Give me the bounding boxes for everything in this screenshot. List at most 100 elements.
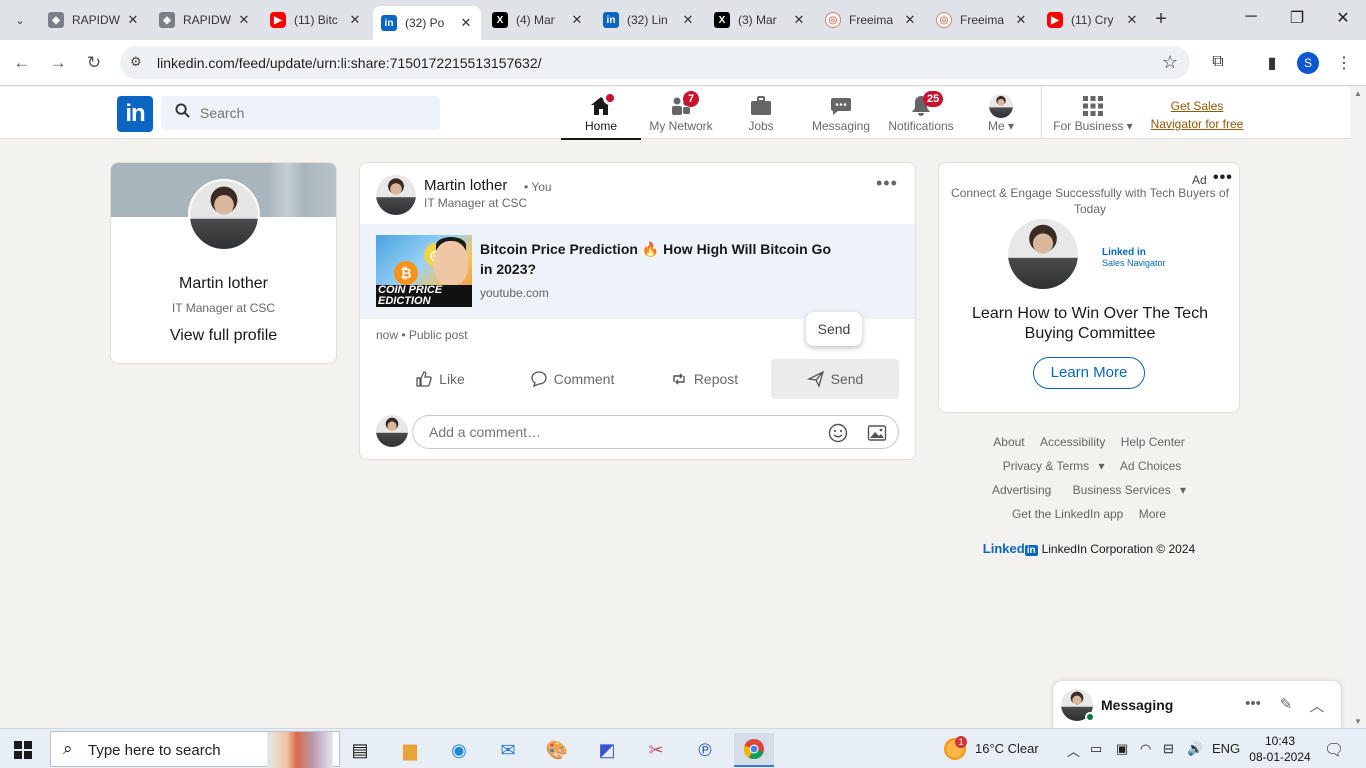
browser-tab-active[interactable]: in (32) Po ✕ (373, 6, 481, 40)
browser-tab[interactable]: in (32) Lin ✕ (595, 6, 703, 34)
messaging-overlay-bar[interactable]: Messaging ••• ✎ ︿ (1052, 680, 1342, 728)
volume-icon[interactable]: 🔊 (1187, 741, 1203, 757)
browser-tab[interactable]: ▶ (11) Bitc ✕ (262, 6, 370, 34)
like-button[interactable]: Like (376, 359, 504, 399)
forward-arrow-icon[interactable]: → (47, 52, 69, 74)
search-box[interactable] (161, 96, 440, 130)
compose-message-icon[interactable]: ✎ (1276, 695, 1296, 713)
image-upload-icon[interactable] (866, 422, 888, 444)
chrome-taskbar-icon[interactable] (734, 733, 774, 767)
device-icon[interactable]: ▣ (1116, 741, 1128, 757)
comment-box[interactable] (412, 415, 899, 449)
chrome-menu-icon[interactable]: ⋮ (1333, 53, 1355, 73)
file-explorer-icon[interactable]: ▆ (390, 733, 430, 767)
learn-more-button[interactable]: Learn More (1033, 357, 1145, 389)
footer-help-center[interactable]: Help Center (1121, 435, 1185, 449)
url-text[interactable]: linkedin.com/feed/update/urn:li:share:71… (157, 55, 542, 71)
language-indicator[interactable]: ENG (1212, 741, 1240, 756)
taskbar-search-box[interactable]: ⌕ Type here to search (50, 731, 340, 768)
profile-name[interactable]: Martin lother (111, 275, 336, 293)
system-clock[interactable]: 10:43 08-01-2024 (1248, 733, 1312, 765)
close-tab-icon[interactable]: ✕ (679, 12, 697, 28)
scroll-up-arrow-icon[interactable]: ▲ (1350, 89, 1366, 98)
app-icon-blue[interactable]: ◩ (587, 733, 627, 767)
close-tab-icon[interactable]: ✕ (124, 12, 142, 28)
paint-icon[interactable]: 🎨 (537, 733, 577, 767)
edge-browser-icon[interactable]: ◉ (439, 733, 479, 767)
tab-search-chevron-icon[interactable]: ⌄ (6, 6, 34, 34)
side-panel-icon[interactable]: ▮ (1261, 53, 1283, 73)
close-tab-icon[interactable]: ✕ (346, 12, 364, 28)
close-tab-icon[interactable]: ✕ (1123, 12, 1141, 28)
browser-tab[interactable]: X (3) Mar ✕ (706, 6, 814, 34)
page-scrollbar[interactable]: ▲ ▼ (1350, 87, 1366, 728)
footer-about[interactable]: About (993, 435, 1024, 449)
video-thumbnail[interactable]: ₿ ◎ COIN PRICEEDICTION (376, 235, 472, 307)
browser-tab[interactable]: ◎ Freeima ✕ (817, 6, 925, 34)
close-tab-icon[interactable]: ✕ (235, 12, 253, 28)
nav-me[interactable]: Me ▾ (961, 87, 1041, 139)
nav-home[interactable]: Home (561, 87, 641, 140)
profile-avatar[interactable] (188, 179, 260, 251)
footer-business-services[interactable]: Business Services ▾ (1067, 483, 1186, 497)
task-view-icon[interactable]: ▤ (340, 733, 380, 767)
restore-icon[interactable]: ❐ (1274, 8, 1320, 28)
notification-center-icon[interactable]: 🗨 (1324, 740, 1344, 760)
repost-button[interactable]: Repost (640, 359, 768, 399)
minimize-icon[interactable]: ─ (1228, 8, 1274, 26)
scroll-down-arrow-icon[interactable]: ▼ (1350, 717, 1366, 726)
search-input[interactable] (200, 96, 430, 130)
network-icon[interactable]: ⊟ (1163, 741, 1174, 757)
close-tab-icon[interactable]: ✕ (568, 12, 586, 28)
battery-icon[interactable]: ▭ (1090, 741, 1102, 757)
browser-profile-avatar[interactable]: S (1297, 52, 1319, 74)
close-window-icon[interactable]: ✕ (1320, 8, 1366, 28)
link-preview-title[interactable]: Bitcoin Price Prediction 🔥 How High Will… (480, 239, 840, 279)
new-tab-plus-icon[interactable]: + (1150, 9, 1172, 31)
messaging-title[interactable]: Messaging (1101, 697, 1173, 713)
chevron-up-icon[interactable]: ︿ (1307, 695, 1327, 716)
browser-tab[interactable]: ◈ RAPIDW ✕ (151, 6, 259, 34)
messaging-more-icon[interactable]: ••• (1243, 695, 1263, 712)
footer-privacy-terms[interactable]: Privacy & Terms ▾ (997, 459, 1105, 473)
back-arrow-icon[interactable]: ← (11, 52, 33, 74)
close-tab-icon[interactable]: ✕ (790, 12, 808, 28)
nav-notifications[interactable]: 25 Notifications (881, 87, 961, 139)
emoji-icon[interactable] (827, 422, 849, 444)
view-full-profile-link[interactable]: View full profile (111, 327, 336, 345)
site-settings-icon[interactable]: ⚙ (130, 54, 142, 70)
commenter-avatar[interactable] (376, 415, 408, 447)
nav-jobs[interactable]: Jobs (721, 87, 801, 139)
snipping-tool-icon[interactable]: ✂ (636, 733, 676, 767)
link-preview[interactable]: ₿ ◎ COIN PRICEEDICTION Bitcoin Price Pre… (360, 224, 915, 319)
extensions-puzzle-icon[interactable]: ⧉ (1207, 53, 1229, 71)
wifi-icon[interactable]: ◠ (1140, 741, 1151, 757)
bookmark-star-icon[interactable]: ☆ (1162, 52, 1178, 73)
post-author-avatar[interactable] (376, 175, 416, 215)
nav-my-network[interactable]: 7 My Network (641, 87, 721, 139)
show-hidden-icons-chevron-icon[interactable]: ︿ (1067, 741, 1080, 760)
reload-icon[interactable]: ↻ (83, 52, 105, 74)
close-tab-icon[interactable]: ✕ (901, 12, 919, 28)
nav-for-business[interactable]: For Business ▾ (1047, 87, 1139, 139)
app-icon-p[interactable]: ℗ (685, 733, 725, 767)
nav-messaging[interactable]: Messaging (801, 87, 881, 139)
comment-button[interactable]: Comment (508, 359, 636, 399)
address-bar[interactable]: ⚙ linkedin.com/feed/update/urn:li:share:… (120, 46, 1190, 79)
post-more-options-icon[interactable]: ••• (876, 173, 898, 194)
sales-navigator-link[interactable]: Get Sales Navigator for free (1147, 97, 1247, 133)
footer-ad-choices[interactable]: Ad Choices (1120, 459, 1181, 473)
close-tab-icon[interactable]: ✕ (1012, 12, 1030, 28)
footer-more[interactable]: More (1139, 507, 1166, 521)
mail-icon[interactable]: ✉ (488, 733, 528, 767)
post-author-name[interactable]: Martin lother (424, 177, 507, 194)
linkedin-logo[interactable]: in (117, 96, 153, 132)
browser-tab[interactable]: X (4) Mar ✕ (484, 6, 592, 34)
comment-input[interactable] (429, 416, 809, 448)
footer-get-app[interactable]: Get the LinkedIn app (1012, 507, 1123, 521)
windows-start-icon[interactable] (14, 741, 32, 759)
send-button[interactable]: Send (771, 359, 899, 399)
weather-text[interactable]: 16°C Clear (975, 741, 1039, 756)
browser-tab[interactable]: ▶ (11) Cry ✕ (1039, 6, 1147, 34)
browser-tab[interactable]: ◎ Freeima ✕ (928, 6, 1036, 34)
